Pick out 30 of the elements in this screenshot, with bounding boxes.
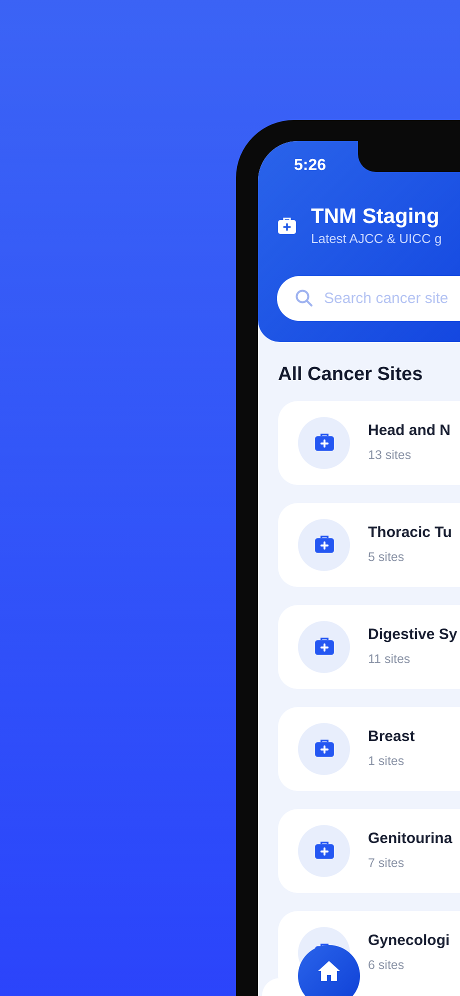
- site-count: 13 sites: [368, 446, 412, 464]
- cancer-site-card[interactable]: Breast 1 sites: [278, 706, 460, 790]
- site-count: 5 sites: [368, 548, 406, 566]
- site-name: Thoracic Tu: [368, 523, 452, 544]
- medical-kit-icon: [314, 841, 334, 860]
- medical-kit-icon: [277, 217, 297, 235]
- cancer-site-card[interactable]: Thoracic Tu 5 sites: [278, 502, 460, 586]
- cancer-site-card[interactable]: Genitourina 7 sites: [278, 808, 460, 892]
- cancer-site-card[interactable]: Digestive Sy 11 sites: [278, 604, 460, 688]
- medical-kit-icon: [314, 739, 334, 758]
- site-name: Head and N: [368, 421, 451, 442]
- app-subtitle: Latest AJCC & UICC g: [311, 230, 442, 248]
- site-name: Breast: [368, 727, 415, 748]
- section-title: All Cancer Sites: [278, 364, 423, 385]
- home-icon: [316, 959, 342, 983]
- medical-kit-icon: [314, 637, 334, 656]
- cancer-site-card[interactable]: Head and N 13 sites: [278, 400, 460, 484]
- app-title: TNM Staging: [311, 204, 440, 230]
- site-name: Digestive Sy: [368, 625, 458, 646]
- site-count: 6 sites: [368, 956, 406, 974]
- search-icon: [295, 289, 313, 307]
- site-count: 11 sites: [368, 650, 412, 668]
- site-name: Gynecologi: [368, 931, 450, 952]
- medical-kit-icon: [314, 433, 334, 452]
- medical-kit-icon: [314, 535, 334, 554]
- search-field[interactable]: Search cancer site: [277, 276, 460, 321]
- site-name: Genitourina: [368, 829, 452, 850]
- status-time: 5:26: [294, 156, 326, 176]
- site-count: 1 sites: [368, 752, 406, 770]
- site-count: 7 sites: [368, 854, 406, 872]
